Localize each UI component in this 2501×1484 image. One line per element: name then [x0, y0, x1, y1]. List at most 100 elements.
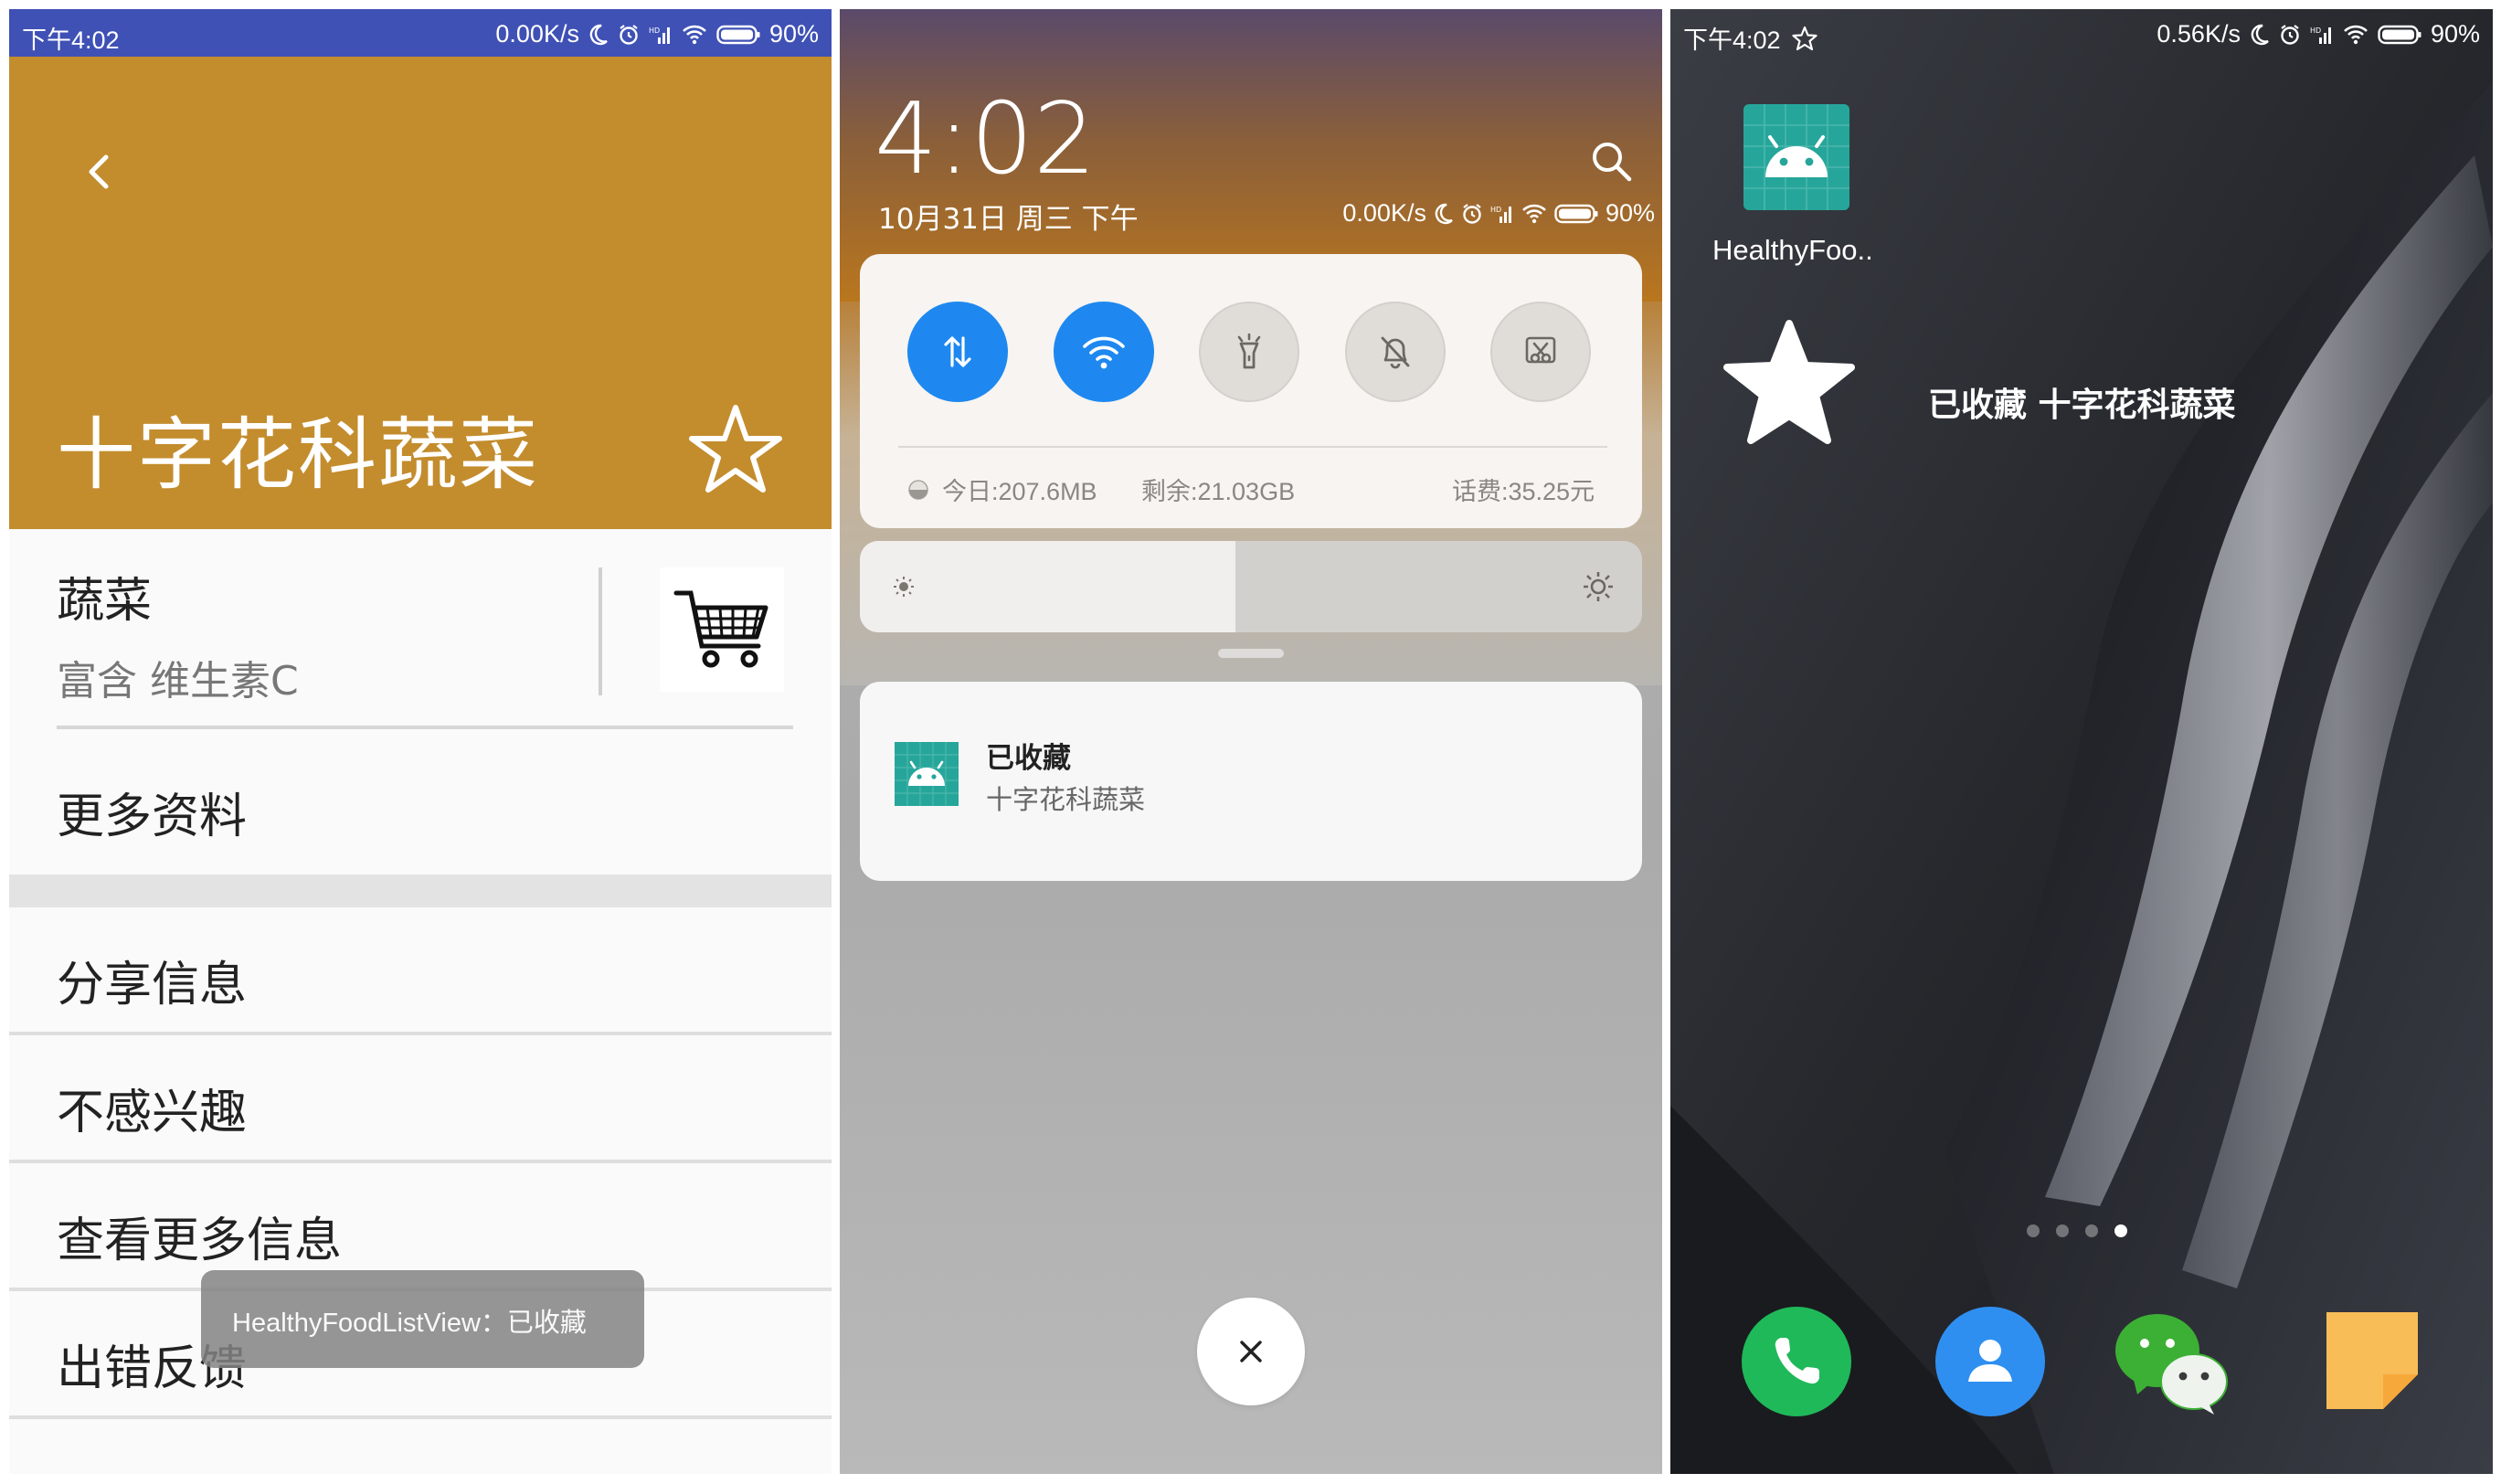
status-time: 下午4:02	[22, 26, 120, 54]
favorite-star-button[interactable]	[685, 398, 786, 499]
star-outline-icon	[689, 405, 782, 493]
menu-item-label: 不感兴趣	[57, 1086, 248, 1140]
moon-icon	[2250, 24, 2270, 46]
app-icon	[895, 742, 959, 806]
healthyfood-app-icon[interactable]	[1743, 104, 1849, 210]
flashlight-icon	[1237, 333, 1261, 369]
notes-icon	[2326, 1312, 2418, 1409]
menu-item-label: 分享信息	[57, 958, 248, 1012]
notes-app-icon[interactable]	[2317, 1307, 2427, 1416]
page-title: 十字花科蔬菜	[57, 409, 539, 501]
contacts-icon	[1935, 1307, 2045, 1416]
more-info-link[interactable]: 更多资料	[57, 778, 247, 846]
alarm-icon	[1461, 203, 1483, 225]
favorite-shortcut-icon[interactable]	[1716, 311, 1862, 457]
page-dot-active[interactable]	[2114, 1224, 2127, 1237]
menu-item-label: 查看更多信息	[57, 1214, 343, 1268]
notification-card[interactable]: 已收藏 十字花科蔬菜	[860, 682, 1642, 881]
svg-text:HD: HD	[2310, 26, 2321, 35]
wechat-app-icon[interactable]	[2114, 1307, 2228, 1416]
chevron-left-icon	[89, 154, 109, 189]
phone-app-icon[interactable]	[1742, 1307, 1851, 1416]
food-description: 富含 维生素C	[57, 658, 299, 705]
phone-balance: 话费:35.25元	[1452, 478, 1595, 505]
close-icon	[1240, 1341, 1262, 1362]
android-icon	[1743, 104, 1849, 210]
shopping-cart-icon	[673, 590, 768, 668]
battery-level: 90%	[768, 20, 819, 48]
signal-icon: HD	[2310, 25, 2334, 45]
cart-button[interactable]	[660, 567, 784, 692]
battery-level: 90%	[1605, 199, 1655, 227]
screenshot-toggle[interactable]	[1490, 302, 1591, 402]
shade-status: 0.00K/s HD 90%	[1342, 199, 1655, 228]
food-category: 蔬菜	[57, 574, 153, 629]
data-arrows-icon	[944, 336, 971, 367]
signal-icon: HD	[649, 25, 673, 45]
notification-text: 十字花科蔬菜	[986, 784, 1146, 815]
divider	[898, 446, 1607, 448]
brightness-low-icon	[894, 577, 914, 597]
shade-date: 10月31日 周三 下午	[878, 203, 1139, 236]
data-pie-icon	[908, 479, 928, 500]
food-info: 蔬菜 富含 维生素C 更多资料	[9, 529, 832, 880]
bell-off-icon	[1381, 336, 1410, 369]
data-usage-today: 今日:207.6MB	[907, 472, 1097, 507]
svg-text:HD: HD	[1490, 206, 1501, 214]
divider	[57, 726, 793, 729]
notification-shade: 4:02 10月31日 周三 下午 0.00K/s HD 90% 今日:207.…	[840, 9, 1662, 1474]
section-gap	[9, 874, 832, 907]
app-label: HealthyFoo..	[1712, 234, 1873, 266]
search-button[interactable]	[1587, 137, 1635, 185]
mobile-data-toggle[interactable]	[907, 302, 1008, 402]
status-bar: 下午4:02 0.56K/s HD 90%	[1670, 9, 2493, 57]
brightness-high-icon	[1584, 572, 1613, 601]
moon-icon	[588, 24, 609, 46]
contacts-app-icon[interactable]	[1935, 1307, 2045, 1416]
drag-handle[interactable]	[1218, 649, 1284, 658]
page-indicator	[2027, 1224, 2127, 1237]
net-speed: 0.00K/s	[495, 20, 579, 48]
wechat-icon	[2115, 1314, 2228, 1415]
home-screen: 下午4:02 0.56K/s HD 90% HealthyFoo.. 已收藏 十…	[1670, 9, 2493, 1474]
search-icon	[1593, 143, 1632, 182]
divider	[599, 567, 602, 695]
alarm-icon	[2279, 24, 2301, 46]
shade-clock: 4:02	[874, 82, 1097, 196]
notification-title: 已收藏	[986, 742, 1071, 775]
detail-screen: 下午4:02 0.00K/s HD 90% 十字花科蔬菜 蔬菜 富含 维生素C	[9, 9, 832, 1474]
wifi-icon	[1083, 336, 1125, 369]
signal-icon: HD	[1490, 204, 1514, 224]
android-icon	[895, 742, 959, 806]
favorite-shortcut-label[interactable]: 已收藏 十字花科蔬菜	[1928, 378, 2236, 426]
mute-toggle[interactable]	[1345, 302, 1446, 402]
brightness-slider[interactable]	[860, 541, 1642, 632]
moon-icon	[1434, 203, 1454, 225]
page-dot[interactable]	[2085, 1224, 2098, 1237]
status-time: 下午4:02	[1683, 20, 1817, 56]
svg-text:HD: HD	[649, 26, 660, 35]
phone-icon	[1742, 1307, 1851, 1416]
net-speed: 0.00K/s	[1342, 199, 1426, 227]
star-filled-icon	[1723, 320, 1855, 444]
wifi-icon	[2343, 25, 2369, 45]
status-bar: 下午4:02 0.00K/s HD 90%	[9, 9, 832, 57]
battery-icon	[1554, 204, 1598, 224]
back-button[interactable]	[73, 144, 128, 199]
scissors-icon	[1525, 336, 1556, 364]
alarm-icon	[618, 24, 640, 46]
header: 十字花科蔬菜	[9, 57, 832, 529]
wifi-icon	[682, 25, 707, 45]
flashlight-toggle[interactable]	[1199, 302, 1299, 402]
clear-all-button[interactable]	[1197, 1298, 1305, 1405]
data-remaining: 剩余:21.03GB	[1141, 478, 1296, 505]
quick-settings: 今日:207.6MB 剩余:21.03GB 话费:35.25元	[860, 254, 1642, 528]
wifi-toggle[interactable]	[1054, 302, 1154, 402]
page-dot[interactable]	[2056, 1224, 2069, 1237]
battery-level: 90%	[2430, 20, 2480, 48]
menu-item-share[interactable]: 分享信息	[9, 907, 832, 1035]
menu-item-not-interested[interactable]: 不感兴趣	[9, 1035, 832, 1163]
wallpaper	[1670, 9, 2493, 1474]
page-dot[interactable]	[2027, 1224, 2040, 1237]
wifi-icon	[1521, 204, 1547, 224]
